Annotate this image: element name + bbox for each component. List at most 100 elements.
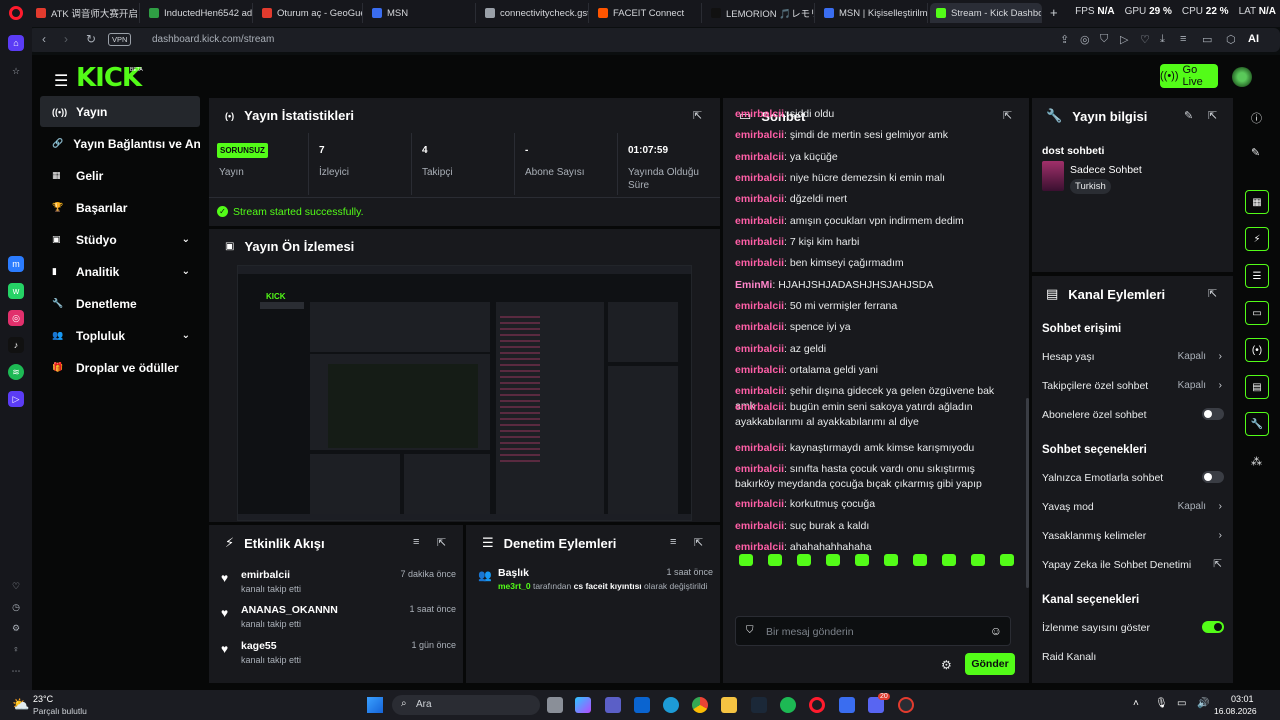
nav-item[interactable]: 👥 Topluluk ⌄ [40, 320, 200, 351]
emote-icon[interactable] [1000, 554, 1014, 566]
browser-tab[interactable]: ATK 调音师大赛开启 ✨ - [30, 3, 140, 23]
raid-channel-setting[interactable]: Raid Kanalı [1042, 651, 1224, 663]
teams-icon[interactable] [605, 697, 621, 713]
browser-tab[interactable]: FACEIT Connect [592, 3, 702, 23]
browser-tab[interactable]: connectivitycheck.gstatic.c [479, 3, 589, 23]
info-icon[interactable]: ⓘ [1251, 110, 1262, 126]
nav-item[interactable]: 🎁 Droplar ve ödüller [40, 352, 200, 383]
download-icon[interactable]: ⤓ [1160, 33, 1165, 46]
network-icon[interactable]: ▭ [1177, 698, 1186, 709]
home-icon[interactable]: ⌂ [8, 35, 24, 51]
emote-icon[interactable] [855, 554, 869, 566]
send-button[interactable]: Gönder [965, 653, 1015, 675]
emote-icon[interactable] [942, 554, 956, 566]
browser-tab[interactable]: LEMORION 🎵レモリオン (@ [705, 3, 815, 23]
emote-icon[interactable] [913, 554, 927, 566]
new-tab-button[interactable]: + [1050, 5, 1058, 20]
edit-icon[interactable]: ✎ [1184, 109, 1193, 122]
lightbulb-icon[interactable]: ♀ [8, 641, 24, 657]
start-icon[interactable] [367, 697, 383, 713]
hamburger-menu-icon[interactable]: ☰ [54, 71, 68, 91]
menu-icon[interactable]: ≡ [1180, 33, 1186, 45]
nav-item[interactable]: ▣ Stüdyo ⌄ [40, 224, 200, 255]
spotify-icon[interactable]: ≋ [8, 364, 24, 380]
user-avatar[interactable] [1232, 67, 1252, 87]
share-icon[interactable]: ⇪ [1060, 33, 1069, 46]
list-tool-button[interactable]: ☰ [1245, 264, 1269, 288]
chat-input[interactable]: ⛉ Bir mesaj gönderin ☺ [735, 616, 1011, 646]
popout-icon[interactable]: ⇱ [694, 536, 703, 549]
filter-icon[interactable]: ≡ [670, 536, 676, 548]
account-age-setting[interactable]: Hesap yaşı Kapalı › [1042, 350, 1224, 363]
subs-only-toggle[interactable] [1202, 408, 1224, 420]
tray-chevron-icon[interactable]: ˄ [1133, 698, 1139, 709]
steam-icon[interactable] [751, 697, 767, 713]
chat-tool-button[interactable]: ▭ [1245, 301, 1269, 325]
volume-icon[interactable]: 🔊 [1197, 698, 1209, 709]
messenger-icon[interactable]: m [8, 256, 24, 272]
popout-icon[interactable]: ⇱ [437, 536, 446, 549]
followers-only-setting[interactable]: Takipçilere özel sohbet Kapalı › [1042, 379, 1224, 392]
banned-words-setting[interactable]: Yasaklanmış kelimeler › [1042, 529, 1224, 542]
nav-item[interactable]: ▮ Analitik ⌄ [40, 256, 200, 287]
tiktok-icon[interactable]: ♪ [8, 337, 24, 353]
nav-item[interactable]: 🔧 Denetleme [40, 288, 200, 319]
emote-icon[interactable] [826, 554, 840, 566]
nav-item[interactable]: 🏆 Başarılar [40, 192, 200, 223]
lightning-tool-button[interactable]: ⚡ [1245, 227, 1269, 251]
nav-item[interactable]: 🔗Yayın Bağlantısı ve Anahtarı [40, 128, 200, 159]
pencil-icon[interactable]: ✎ [1251, 146, 1260, 159]
emote-icon[interactable] [739, 554, 753, 566]
gpu-app-icon[interactable] [898, 697, 914, 713]
nav-item[interactable]: ▦ Gelir [40, 160, 200, 191]
broadcast-tool-button[interactable]: (•) [1245, 338, 1269, 362]
edge-icon[interactable] [663, 697, 679, 713]
go-live-button[interactable]: ((•)) Go Live [1160, 64, 1218, 88]
filter-icon[interactable]: ≡ [413, 536, 419, 548]
popout-icon[interactable]: ⇱ [1208, 287, 1217, 300]
emote-icon[interactable] [971, 554, 985, 566]
browser-tab[interactable]: Stream - Kick Dashboard [930, 3, 1042, 23]
channel-tool-button[interactable]: ▤ [1245, 375, 1269, 399]
browser-tab[interactable]: MSN | Kişiselleştirilmiş Ha [818, 3, 928, 23]
app-icon[interactable] [839, 697, 855, 713]
player-icon[interactable]: ▷ [8, 391, 24, 407]
popout-icon[interactable]: ⇱ [693, 109, 702, 122]
taskview-icon[interactable] [547, 697, 563, 713]
emote-icon[interactable] [884, 554, 898, 566]
ai-button[interactable]: AI [1248, 33, 1259, 45]
history-icon[interactable]: ◷ [8, 599, 24, 615]
bookmark-heart-icon[interactable]: ♡ [1140, 33, 1150, 46]
stream-preview-video[interactable]: KICK [237, 265, 692, 521]
slow-mode-setting[interactable]: Yavaş mod Kapalı › [1042, 500, 1224, 513]
spotify-icon[interactable] [780, 697, 796, 713]
outlook-icon[interactable] [634, 697, 650, 713]
forward-icon[interactable]: › [64, 32, 68, 46]
taskbar-search[interactable]: ⌕ Ara [392, 695, 540, 715]
nav-item[interactable]: ((•)) Yayın [40, 96, 200, 127]
chrome-icon[interactable] [692, 697, 708, 713]
copilot-icon[interactable] [575, 697, 591, 713]
chat-settings-icon[interactable]: ⚙ [941, 658, 952, 672]
stats-tool-button[interactable]: ▦ [1245, 190, 1269, 214]
browser-tab[interactable]: MSN [366, 3, 476, 23]
wallet-icon[interactable]: ▭ [1202, 33, 1212, 46]
widgets-icon[interactable]: ⁂ [1251, 455, 1262, 468]
instagram-icon[interactable]: ◎ [8, 310, 24, 326]
extensions-icon[interactable]: ⬡ [1226, 33, 1236, 46]
browser-tab[interactable]: InductedHen6542 adlı kişi [143, 3, 253, 23]
opera-logo-icon[interactable] [9, 6, 23, 20]
emotes-only-toggle[interactable] [1202, 471, 1224, 483]
settings-icon[interactable]: ⚙ [8, 620, 24, 636]
whatsapp-icon[interactable]: w [8, 283, 24, 299]
opera-icon[interactable] [809, 697, 825, 713]
explorer-icon[interactable] [721, 697, 737, 713]
camera-icon[interactable]: ◎ [1080, 33, 1090, 46]
more-icon[interactable]: ⋯ [8, 663, 24, 679]
reload-icon[interactable]: ↻ [86, 32, 96, 46]
back-icon[interactable]: ‹ [42, 32, 46, 46]
shield-icon[interactable]: ⛉ [1100, 33, 1108, 46]
mic-icon[interactable]: 🎙 [1155, 698, 1168, 709]
show-viewers-toggle[interactable] [1202, 621, 1224, 633]
emote-icon[interactable] [797, 554, 811, 566]
